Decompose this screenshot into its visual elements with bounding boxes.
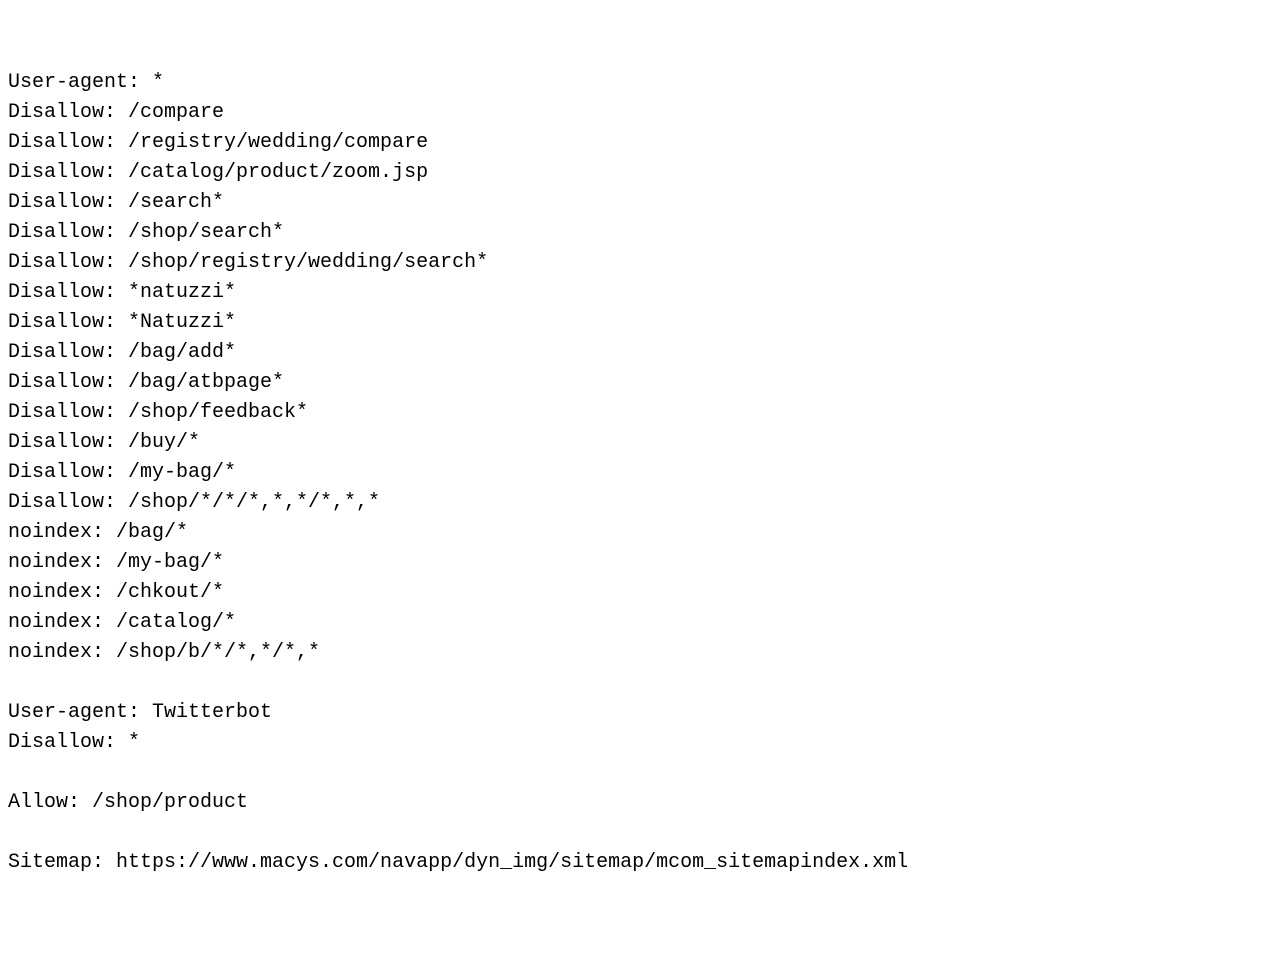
text-line: noindex: /bag/*	[8, 518, 1276, 548]
text-line: Disallow: /registry/wedding/compare	[8, 128, 1276, 158]
text-line	[8, 758, 1276, 788]
text-line: Disallow: /shop/feedback*	[8, 398, 1276, 428]
text-line: Disallow: /compare	[8, 98, 1276, 128]
text-line: Disallow: /shop/search*	[8, 218, 1276, 248]
text-line: User-agent: *	[8, 68, 1276, 98]
text-line: noindex: /shop/b/*/*,*/*,*	[8, 638, 1276, 668]
text-line: Allow: /shop/product	[8, 788, 1276, 818]
text-line: Disallow: /bag/atbpage*	[8, 368, 1276, 398]
text-line: Disallow: /my-bag/*	[8, 458, 1276, 488]
text-line: Disallow: /search*	[8, 188, 1276, 218]
text-line: Sitemap: https://www.macys.com/navapp/dy…	[8, 848, 1276, 878]
text-line: Disallow: *natuzzi*	[8, 278, 1276, 308]
text-line: noindex: /catalog/*	[8, 608, 1276, 638]
text-line: Disallow: *Natuzzi*	[8, 308, 1276, 338]
text-line	[8, 818, 1276, 848]
text-line: noindex: /my-bag/*	[8, 548, 1276, 578]
text-line: Disallow: *	[8, 728, 1276, 758]
text-line: noindex: /chkout/*	[8, 578, 1276, 608]
text-line	[8, 668, 1276, 698]
text-line: Disallow: /catalog/product/zoom.jsp	[8, 158, 1276, 188]
text-line: Disallow: /shop/registry/wedding/search*	[8, 248, 1276, 278]
robots-txt-content: User-agent: *Disallow: /compareDisallow:…	[8, 68, 1276, 878]
text-line: Disallow: /buy/*	[8, 428, 1276, 458]
text-line: User-agent: Twitterbot	[8, 698, 1276, 728]
text-line: Disallow: /shop/*/*/*,*,*/*,*,*	[8, 488, 1276, 518]
text-line: Disallow: /bag/add*	[8, 338, 1276, 368]
